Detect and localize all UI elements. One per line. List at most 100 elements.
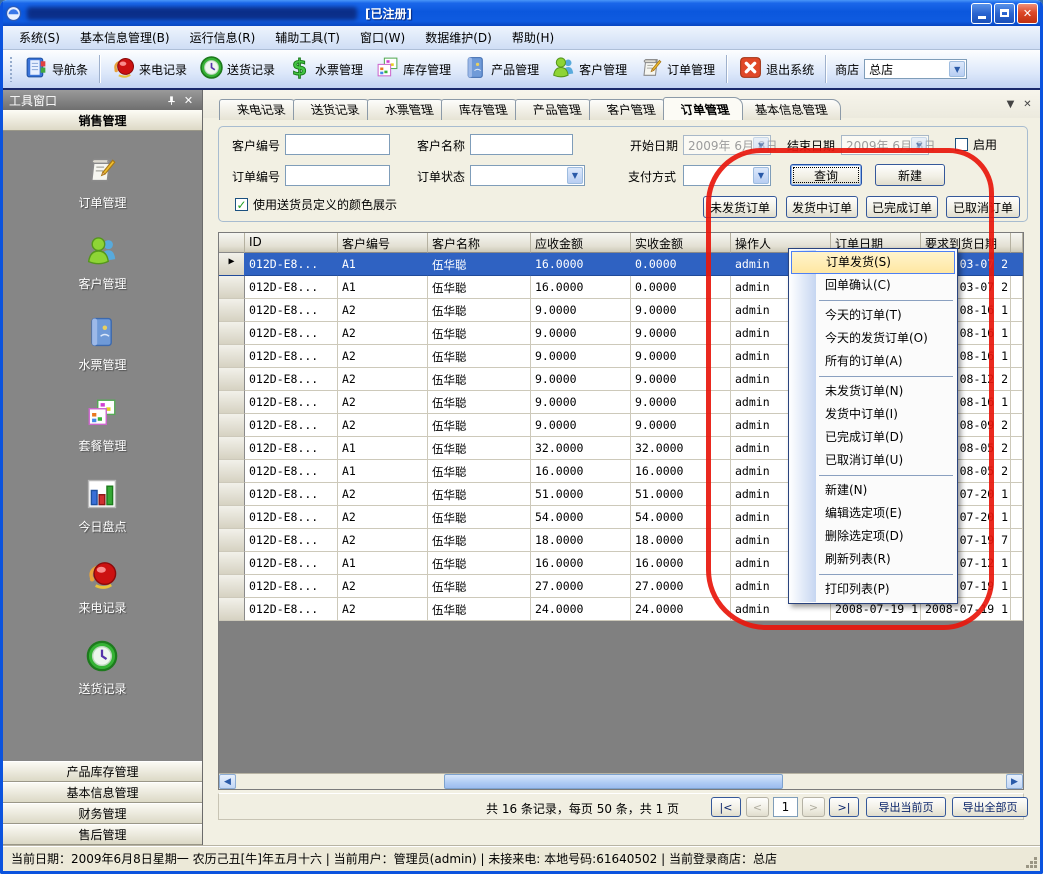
toolbar-button-product[interactable]: 产品管理: [457, 51, 545, 87]
menu-item-today-ship-orders[interactable]: 今天的发货订单(O): [789, 327, 957, 350]
menu-item-completed-orders[interactable]: 已完成订单(D): [789, 426, 957, 449]
tab-product[interactable]: 产品管理: [515, 99, 595, 120]
sidebar-section-2[interactable]: 财务管理: [3, 803, 202, 824]
pay-method-select[interactable]: ▼: [683, 165, 771, 186]
menubar-item-5[interactable]: 数据维护(D): [415, 25, 502, 50]
sidebar-item-water-ticket[interactable]: 水票管理: [78, 315, 126, 373]
export-all-pages-button[interactable]: 导出全部页: [952, 797, 1028, 817]
customer-name-input[interactable]: [470, 134, 573, 155]
tab-water-ticket[interactable]: 水票管理: [367, 99, 447, 120]
last-page-button[interactable]: >|: [829, 797, 859, 817]
order-status-select[interactable]: ▼: [470, 165, 585, 186]
menubar-item-4[interactable]: 窗口(W): [350, 25, 415, 50]
close-panel-icon[interactable]: ✕: [181, 93, 196, 108]
minimize-button[interactable]: [971, 3, 992, 24]
row-indicator[interactable]: [219, 299, 245, 322]
menu-item-new[interactable]: 新建(N): [789, 479, 957, 502]
sidebar-item-customer[interactable]: 客户管理: [78, 234, 126, 292]
row-indicator[interactable]: [219, 529, 245, 552]
sidebar-section-sales[interactable]: 销售管理: [3, 110, 202, 131]
sidebar-item-today-check[interactable]: 今日盘点: [78, 477, 126, 535]
menu-item-unshipped-orders[interactable]: 未发货订单(N): [789, 380, 957, 403]
menu-item-cancelled-orders[interactable]: 已取消订单(U): [789, 449, 957, 472]
sidebar-item-call-records[interactable]: 来电记录: [78, 558, 126, 616]
delivery-color-checkbox[interactable]: ✓ 使用送货员定义的颜色展示: [235, 196, 397, 213]
scroll-left-icon[interactable]: ◀: [219, 774, 236, 789]
row-indicator[interactable]: [219, 598, 245, 621]
tab-delivery-records[interactable]: 送货记录: [293, 99, 373, 120]
menubar-item-2[interactable]: 运行信息(R): [180, 25, 266, 50]
toolbar-button-exit[interactable]: 退出系统: [732, 51, 820, 87]
export-current-page-button[interactable]: 导出当前页: [866, 797, 946, 817]
query-button[interactable]: 查询: [790, 164, 862, 186]
toolbar-button-delivery-records[interactable]: 送货记录: [193, 51, 281, 87]
sidebar-section-0[interactable]: 产品库存管理: [3, 761, 202, 782]
status-filter-button-3[interactable]: 已取消订单: [946, 196, 1020, 218]
status-filter-button-0[interactable]: 未发货订单: [703, 196, 777, 218]
menu-item-today-orders[interactable]: 今天的订单(T): [789, 304, 957, 327]
tab-order[interactable]: 订单管理: [663, 97, 743, 120]
tab-call-records[interactable]: 来电记录: [219, 99, 299, 120]
menu-item-order-ship[interactable]: 订单发货(S): [791, 251, 955, 274]
menu-item-shipping-orders[interactable]: 发货中订单(I): [789, 403, 957, 426]
tab-inventory[interactable]: 库存管理: [441, 99, 521, 120]
menubar-item-3[interactable]: 辅助工具(T): [265, 25, 350, 50]
resize-grip[interactable]: [1034, 865, 1037, 868]
page-number-input[interactable]: [773, 797, 798, 817]
row-indicator[interactable]: [219, 391, 245, 414]
first-page-button[interactable]: |<: [711, 797, 741, 817]
row-indicator[interactable]: [219, 368, 245, 391]
tab-close-icon[interactable]: ✕: [1020, 97, 1035, 112]
enable-date-checkbox[interactable]: 启用: [955, 136, 997, 153]
scrollbar-thumb[interactable]: [444, 774, 783, 789]
row-indicator[interactable]: [219, 460, 245, 483]
toolbar-button-customer[interactable]: 客户管理: [545, 51, 633, 87]
toolbar-button-call-records[interactable]: 来电记录: [105, 51, 193, 87]
column-header-3[interactable]: 客户名称: [428, 233, 531, 253]
toolbar-button-water-ticket[interactable]: $水票管理: [281, 51, 369, 87]
menu-item-print-list[interactable]: 打印列表(P): [789, 578, 957, 601]
status-filter-button-1[interactable]: 发货中订单: [786, 196, 858, 218]
new-button[interactable]: 新建: [875, 164, 945, 186]
column-header-4[interactable]: 应收金额: [531, 233, 631, 253]
prev-page-button[interactable]: <: [746, 797, 769, 817]
status-filter-button-2[interactable]: 已完成订单: [866, 196, 938, 218]
tab-basic-info[interactable]: 基本信息管理: [737, 99, 841, 120]
row-indicator[interactable]: [219, 506, 245, 529]
next-page-button[interactable]: >: [802, 797, 825, 817]
scroll-right-icon[interactable]: ▶: [1006, 774, 1023, 789]
column-header-2[interactable]: 客户编号: [338, 233, 428, 253]
column-header-0[interactable]: [219, 233, 245, 253]
pin-icon[interactable]: [164, 93, 179, 108]
row-indicator[interactable]: [219, 345, 245, 368]
row-indicator[interactable]: ▶: [219, 253, 245, 276]
row-indicator[interactable]: [219, 575, 245, 598]
menu-item-refresh-list[interactable]: 刷新列表(R): [789, 548, 957, 571]
toolbar-button-order[interactable]: 订单管理: [633, 51, 721, 87]
sidebar-item-order[interactable]: 订单管理: [78, 153, 126, 211]
row-indicator[interactable]: [219, 437, 245, 460]
column-header-1[interactable]: ID: [245, 233, 338, 253]
shop-select[interactable]: 总店▼: [864, 59, 967, 79]
toolbar-grip[interactable]: [9, 56, 14, 82]
horizontal-scrollbar[interactable]: ◀ ▶: [219, 773, 1023, 789]
row-indicator[interactable]: [219, 322, 245, 345]
menubar-item-0[interactable]: 系统(S): [9, 25, 70, 50]
column-header-5[interactable]: 实收金额: [631, 233, 731, 253]
sidebar-section-3[interactable]: 售后管理: [3, 824, 202, 845]
menu-item-edit-selected[interactable]: 编辑选定项(E): [789, 502, 957, 525]
row-indicator[interactable]: [219, 276, 245, 299]
sidebar-section-1[interactable]: 基本信息管理: [3, 782, 202, 803]
menubar-item-1[interactable]: 基本信息管理(B): [70, 25, 180, 50]
menu-item-all-orders[interactable]: 所有的订单(A): [789, 350, 957, 373]
menu-item-delete-selected[interactable]: 删除选定项(D): [789, 525, 957, 548]
row-indicator[interactable]: [219, 414, 245, 437]
row-indicator[interactable]: [219, 552, 245, 575]
order-no-input[interactable]: [285, 165, 390, 186]
menu-item-receipt-confirm[interactable]: 回单确认(C): [789, 274, 957, 297]
toolbar-button-inventory[interactable]: 库存管理: [369, 51, 457, 87]
sidebar-item-delivery-records[interactable]: 送货记录: [78, 639, 126, 697]
end-date-picker[interactable]: 2009年 6月 8日▼: [841, 135, 929, 155]
tab-customer[interactable]: 客户管理: [589, 99, 669, 120]
start-date-picker[interactable]: 2009年 6月 8日▼: [683, 135, 771, 155]
